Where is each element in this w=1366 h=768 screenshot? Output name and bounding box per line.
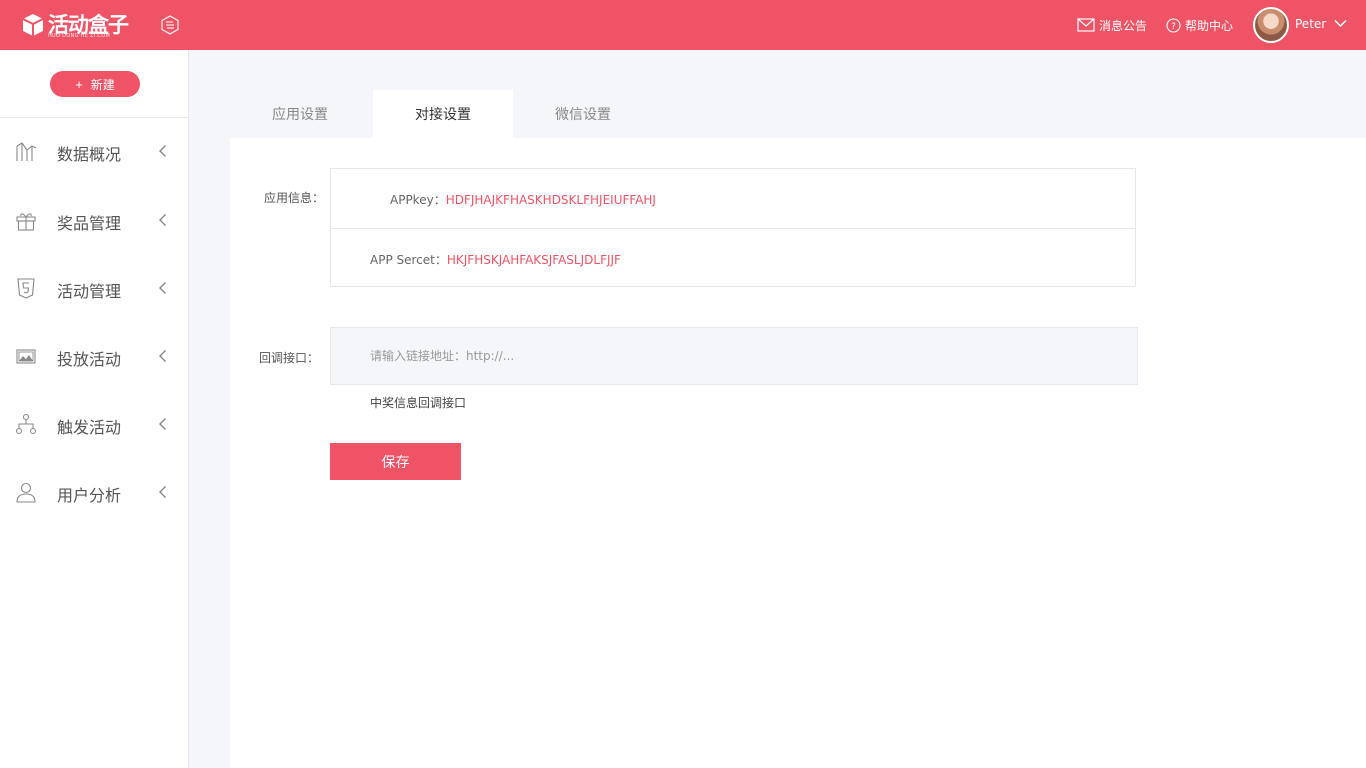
image-icon <box>16 349 36 364</box>
callback-url-input[interactable] <box>330 327 1138 385</box>
save-button[interactable]: 保存 <box>330 443 461 480</box>
appkey-text: APPkey：HDFJHAJKFHASKHDSKLFHJEIUFFAHJ <box>390 191 656 208</box>
sidebar-item-data-overview[interactable]: 数据概况 <box>0 131 188 171</box>
secret-row: APP Sercet：HKJFHSKJAHFAKSJFASLJDLFJJF <box>331 228 1135 287</box>
help-circle-icon: ? <box>1166 17 1181 33</box>
notice-link[interactable]: 消息公告 <box>1077 16 1147 34</box>
user-icon <box>16 482 36 503</box>
secret-label: APP Sercet： <box>370 253 447 267</box>
brand-emblem-icon[interactable] <box>160 15 180 35</box>
appkey-label: APPkey： <box>390 193 446 207</box>
gift-icon <box>16 213 36 231</box>
chevron-down-icon[interactable] <box>1334 19 1347 28</box>
chevron-left-icon <box>159 418 166 430</box>
new-button-label: 新建 <box>90 77 115 92</box>
mail-icon <box>1077 18 1095 32</box>
svg-text:?: ? <box>1171 22 1176 32</box>
notice-label: 消息公告 <box>1099 18 1148 33</box>
sidebar: + 新建 数据概况 奖品管理 活动管理 投放活动 触发活动 用户分析 <box>0 50 189 768</box>
sidebar-item-label: 用户分析 <box>57 486 122 505</box>
top-bar: 活动盒子 HUO DONG HE ZI.COM 消息公告 ? 帮助中心 Pete… <box>0 0 1366 50</box>
sidebar-item-trigger-activity[interactable]: 触发活动 <box>0 404 188 444</box>
app-info-box: APPkey：HDFJHAJKFHASKHDSKLFHJEIUFFAHJ APP… <box>330 168 1136 287</box>
sidebar-item-label: 投放活动 <box>57 350 122 369</box>
flow-icon <box>15 413 37 435</box>
avatar[interactable] <box>1253 7 1289 43</box>
sidebar-item-label: 数据概况 <box>57 145 122 164</box>
sidebar-item-user-analysis[interactable]: 用户分析 <box>0 472 188 512</box>
chevron-left-icon <box>159 214 166 226</box>
appkey-row: APPkey：HDFJHAJKFHASKHDSKLFHJEIUFFAHJ <box>331 169 1135 228</box>
sidebar-item-label: 触发活动 <box>57 418 122 437</box>
new-button-area: + 新建 <box>0 50 188 118</box>
chevron-left-icon <box>159 282 166 294</box>
logo-subtext: HUO DONG HE ZI.COM <box>48 33 111 39</box>
tab-wechat-settings[interactable]: 微信设置 <box>513 90 653 138</box>
integration-panel: 应用信息： APPkey：HDFJHAJKFHASKHDSKLFHJEIUFFA… <box>230 138 1366 768</box>
secret-text: APP Sercet：HKJFHSKJAHFAKSJFASLJDLFJJF <box>370 251 621 268</box>
sidebar-item-launch-activity[interactable]: 投放活动 <box>0 336 188 376</box>
chart-icon <box>16 142 37 161</box>
new-button[interactable]: + 新建 <box>50 71 140 97</box>
logo-box-icon <box>22 14 44 36</box>
tab-app-settings[interactable]: 应用设置 <box>230 90 370 138</box>
sidebar-item-activity-management[interactable]: 活动管理 <box>0 268 188 308</box>
chevron-left-icon <box>159 350 166 362</box>
help-label: 帮助中心 <box>1185 18 1234 33</box>
callback-label: 回调接口： <box>259 351 320 365</box>
callback-hint: 中奖信息回调接口 <box>370 396 467 410</box>
tab-integration-settings[interactable]: 对接设置 <box>373 90 513 138</box>
help-link[interactable]: ? 帮助中心 <box>1166 16 1233 34</box>
chevron-left-icon <box>159 486 166 498</box>
sidebar-item-label: 奖品管理 <box>57 214 122 233</box>
logo[interactable]: 活动盒子 HUO DONG HE ZI.COM <box>22 10 129 40</box>
secret-value: HKJFHSKJAHFAKSJFASLJDLFJJF <box>446 253 621 267</box>
chevron-left-icon <box>159 145 166 157</box>
appkey-value: HDFJHAJKFHASKHDSKLFHJEIUFFAHJ <box>445 193 656 207</box>
sidebar-item-label: 活动管理 <box>57 282 122 301</box>
sidebar-item-prize-management[interactable]: 奖品管理 <box>0 200 188 240</box>
app-info-label: 应用信息： <box>264 191 325 205</box>
user-name[interactable]: Peter <box>1295 17 1326 31</box>
plus-icon: + <box>75 76 83 92</box>
html5-icon <box>17 278 35 299</box>
